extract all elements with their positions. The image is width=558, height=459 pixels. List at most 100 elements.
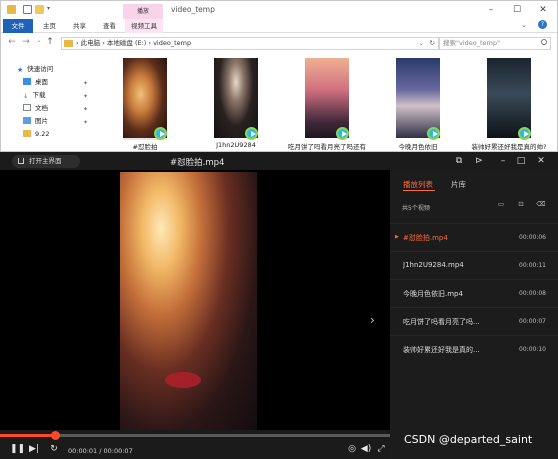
pip-icon[interactable]: ⊳ [472, 154, 486, 168]
loop-icon[interactable]: ↻ [48, 444, 60, 454]
playlist-item-duration: 00:00:08 [519, 290, 546, 297]
file-name: J1hn2U9284 [216, 141, 256, 149]
playlist-count: 共5个视频 [402, 205, 430, 212]
file-thumb-5[interactable] [487, 58, 531, 140]
video-thumbnail [214, 58, 258, 138]
address-dropdown-icon[interactable]: ⌄ [419, 38, 424, 49]
delete-icon[interactable]: ⌫ [536, 200, 546, 210]
video-thumbnail [396, 58, 440, 138]
close-icon[interactable]: ✕ [535, 3, 551, 17]
folder-icon [23, 130, 31, 137]
add-file-icon[interactable]: ⊡ [516, 200, 526, 210]
fullscreen-icon[interactable]: ⤢ [375, 444, 387, 454]
playlist-item[interactable]: 今晚月色依旧.mp4 00:00:08 [390, 279, 558, 307]
playlist-item-name: J1hn2U9284.mp4 [403, 261, 464, 269]
playlist-item[interactable]: 吃月饼了吗看月亮了吗... 00:00:07 [390, 307, 558, 335]
seek-handle[interactable] [50, 431, 60, 440]
sidebar-item-desktop[interactable]: 桌面 [23, 77, 48, 88]
tab-video-tools[interactable]: 视频工具 [125, 19, 163, 33]
play-badge-icon [518, 127, 531, 140]
time-display: 00:00:01 / 00:00:07 [68, 447, 133, 455]
sidebar-item-label: 桌面 [35, 78, 48, 86]
recent-dropdown-icon[interactable]: ⌄ [34, 37, 44, 44]
playlist-panel: 播放列表 片库 共5个视频 ▭ ⊡ ⌫ ▶ #怼脸拍.mp4 00:00:06 … [390, 170, 558, 459]
up-icon[interactable]: ↑ [45, 37, 55, 47]
checkbox-icon[interactable] [23, 5, 32, 14]
sidebar-item-label: 下载 [32, 91, 46, 99]
sidebar-item-pictures[interactable]: 图片 [23, 116, 48, 127]
playlist-item[interactable]: ▶ #怼脸拍.mp4 00:00:06 [390, 223, 558, 251]
seek-bar[interactable] [0, 431, 390, 440]
playlist-item-name: 今晚月色依旧.mp4 [403, 290, 463, 298]
lips-highlight [165, 372, 201, 388]
playlist-item[interactable]: 装帅好累还好我是真的... 00:00:10 [390, 335, 558, 363]
navigation-pane: ★ 快速访问 桌面 ↓ 下载 文档 图片 9.22 ✦ ✦ ✦ ✦ [1, 58, 99, 153]
playlist-item-duration: 00:00:07 [519, 318, 546, 325]
sidebar-item-documents[interactable]: 文档 [23, 103, 48, 114]
file-name: 吃月饼了吗看月亮了吗还有 [288, 143, 366, 151]
minimize-icon[interactable]: – [483, 3, 499, 17]
expand-ribbon-icon[interactable]: ⌄ [521, 21, 527, 29]
sidebar-item-label: 文档 [35, 104, 48, 112]
tab-playlist[interactable]: 播放列表 [403, 179, 433, 190]
desktop-icon [23, 78, 31, 85]
sidebar-item-label: 快速访问 [27, 65, 54, 73]
help-icon[interactable]: ? [538, 20, 547, 29]
playlist-item-name: #怼脸拍.mp4 [403, 234, 448, 242]
refresh-icon[interactable]: ↻ [430, 38, 435, 49]
screen-icon[interactable]: ⧉ [452, 154, 466, 168]
maximize-icon[interactable]: □ [514, 154, 528, 168]
sidebar-item-label: 图片 [35, 117, 48, 125]
file-name: 装帅好累还好我是真的帅? [471, 143, 547, 151]
maximize-icon[interactable]: ☐ [509, 3, 525, 17]
play-badge-icon [245, 127, 258, 140]
sidebar-item-9-22[interactable]: 9.22 [23, 129, 49, 140]
next-video-icon[interactable]: › [370, 313, 375, 327]
address-row: ← → ⌄ ↑ › 此电脑 › 本地磁盘 (E:) › video_temp ⌄… [1, 34, 557, 52]
file-thumb-2[interactable] [214, 58, 258, 140]
volume-icon[interactable]: ◀) [360, 444, 372, 454]
tab-view[interactable]: 查看 [97, 19, 122, 33]
tab-library[interactable]: 片库 [451, 179, 466, 190]
address-bar[interactable]: › 此电脑 › 本地磁盘 (E:) › video_temp ⌄ ↻ [61, 37, 439, 50]
forward-icon[interactable]: → [21, 37, 31, 47]
new-folder-icon[interactable] [35, 5, 44, 14]
close-icon[interactable]: ✕ [534, 154, 548, 168]
playlist-item[interactable]: J1hn2U9284.mp4 00:00:11 [390, 251, 558, 279]
file-name: #怼脸拍 [132, 143, 158, 151]
open-main-ui-label: 打开主界面 [29, 157, 62, 165]
ribbon-tabs: 文件 主页 共享 查看 视频工具 ⌄ ? [1, 19, 557, 33]
sidebar-item-downloads[interactable]: ↓ 下载 [23, 90, 45, 101]
next-track-icon[interactable]: ▶| [28, 444, 40, 454]
tab-home[interactable]: 主页 [37, 19, 62, 33]
search-input[interactable]: 搜索"video_temp" [439, 37, 551, 50]
folder-icon [64, 40, 73, 47]
video-stage[interactable]: › [0, 170, 390, 430]
pin-icon: ✦ [83, 80, 89, 87]
back-icon[interactable]: ← [7, 37, 17, 47]
file-thumb-3[interactable] [305, 58, 349, 140]
tab-file[interactable]: 文件 [3, 19, 33, 33]
window-title: video_temp [171, 5, 215, 14]
file-thumb-4[interactable] [396, 58, 440, 140]
search-icon[interactable] [541, 39, 547, 45]
home-icon [18, 158, 24, 164]
seek-progress [0, 434, 55, 437]
pause-icon[interactable]: ❚❚ [10, 444, 25, 454]
play-badge-icon [427, 127, 440, 140]
settings-icon[interactable]: ◎ [346, 444, 358, 454]
star-icon: ★ [17, 66, 24, 74]
file-thumb-1[interactable] [123, 58, 167, 140]
video-player-window: 打开主界面 #怼脸拍.mp4 ⧉ ⊳ – □ ✕ › 播放列表 片库 共5个视频… [0, 152, 558, 459]
sidebar-item-quick-access[interactable]: ★ 快速访问 [17, 64, 53, 75]
minimize-icon[interactable]: – [496, 154, 510, 168]
playlist-item-duration: 00:00:10 [519, 346, 546, 353]
picture-icon [23, 117, 31, 124]
tab-share[interactable]: 共享 [67, 19, 92, 33]
open-main-ui-button[interactable]: 打开主界面 [12, 155, 80, 168]
open-folder-icon[interactable]: ▭ [496, 200, 506, 210]
video-frame [120, 172, 257, 430]
customize-arrow-icon[interactable]: ▾ [47, 5, 55, 14]
ctx-tab-play[interactable]: 播放 [123, 4, 163, 19]
play-badge-icon [336, 127, 349, 140]
